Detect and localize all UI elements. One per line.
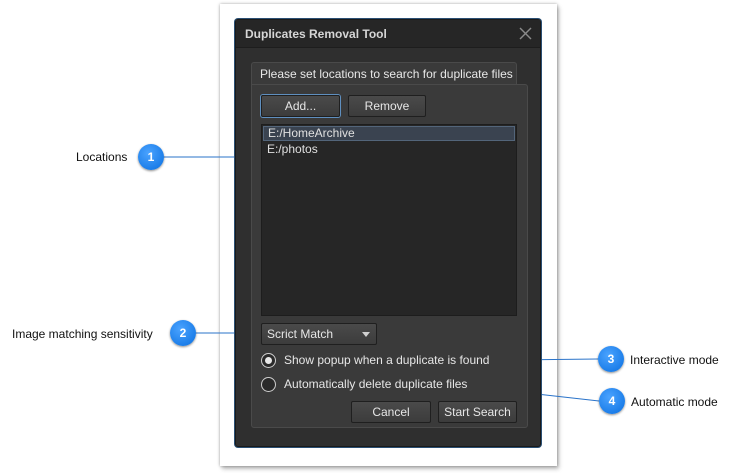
close-icon[interactable] (519, 27, 532, 40)
callout-label-locations: Locations (76, 150, 128, 164)
remove-location-button[interactable]: Remove (348, 95, 426, 117)
locations-list[interactable]: E:/HomeArchive E:/photos (261, 124, 517, 316)
callout-badge-3: 3 (598, 346, 624, 372)
chevron-down-icon (362, 332, 370, 337)
tab-search-locations[interactable]: Please set locations to search for dupli… (251, 62, 517, 85)
callout-label-interactive: Interactive mode (630, 353, 719, 367)
radio-button-checked[interactable] (261, 353, 276, 368)
duplicates-removal-dialog: Duplicates Removal Tool Please set locat… (235, 19, 541, 447)
dialog-titlebar[interactable]: Duplicates Removal Tool (236, 20, 540, 48)
list-item[interactable]: E:/photos (263, 142, 515, 157)
start-search-button[interactable]: Start Search (438, 401, 517, 423)
callout-badge-2: 2 (170, 320, 196, 346)
callout-label-automatic: Automatic mode (631, 395, 718, 409)
callout-badge-4: 4 (599, 388, 625, 414)
radio-auto-delete[interactable]: Automatically delete duplicate files (261, 377, 511, 393)
add-location-button[interactable]: Add... (261, 95, 340, 117)
radio-label: Automatically delete duplicate files (284, 377, 468, 391)
radio-label: Show popup when a duplicate is found (284, 353, 490, 367)
sensitivity-select[interactable]: Scrict Match (261, 323, 377, 345)
list-item[interactable]: E:/HomeArchive (263, 126, 515, 141)
callout-badge-1: 1 (138, 144, 164, 170)
dialog-title: Duplicates Removal Tool (245, 27, 387, 41)
callout-label-sensitivity: Image matching sensitivity (12, 327, 153, 341)
sensitivity-select-value: Scrict Match (267, 327, 334, 341)
cancel-button[interactable]: Cancel (351, 401, 431, 423)
tab-panel: Add... Remove E:/HomeArchive E:/photos S… (251, 84, 528, 428)
radio-show-popup[interactable]: Show popup when a duplicate is found (261, 353, 511, 369)
radio-button[interactable] (261, 377, 276, 392)
